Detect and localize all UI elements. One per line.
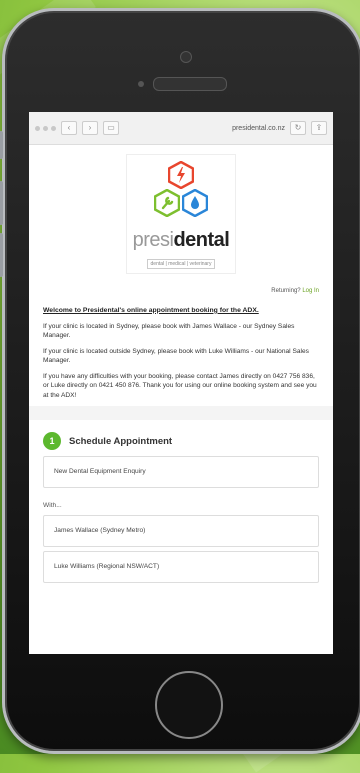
- logo-area: presidental dental | medical | veterinar…: [29, 155, 333, 273]
- lightning-icon: [168, 161, 194, 189]
- intro-content: Returning? Log In Welcome to Presidental…: [29, 273, 333, 400]
- staff-option-james[interactable]: James Wallace (Sydney Metro): [43, 515, 319, 548]
- wrench-icon: [154, 189, 180, 217]
- step-badge: 1: [43, 432, 61, 451]
- welcome-heading: Welcome to Presidental's online appointm…: [43, 306, 259, 314]
- schedule-header: 1 Schedule Appointment: [43, 432, 319, 451]
- presidental-logo: presidental dental | medical | veterinar…: [127, 155, 235, 273]
- share-icon[interactable]: ⇪: [311, 121, 327, 135]
- staff-option-luke[interactable]: Luke Williams (Regional NSW/ACT): [43, 551, 319, 584]
- schedule-section: 1 Schedule Appointment New Dental Equipm…: [29, 420, 333, 584]
- address-bar[interactable]: presidental.co.nz: [124, 125, 285, 132]
- phone-screen: ‹ › ▭ presidental.co.nz ↻ ⇪ presidental …: [29, 112, 333, 654]
- login-link[interactable]: Log In: [302, 288, 319, 294]
- browser-toolbar: ‹ › ▭ presidental.co.nz ↻ ⇪: [29, 112, 333, 145]
- mute-switch: [0, 131, 3, 159]
- forward-button[interactable]: ›: [82, 121, 98, 135]
- volume-down-button: [0, 233, 3, 277]
- sidebar-icon[interactable]: ▭: [103, 121, 119, 135]
- speaker-icon: [153, 77, 227, 91]
- volume-up-button: [0, 181, 3, 225]
- section-divider: [29, 406, 333, 421]
- sensor-dot: [138, 81, 144, 87]
- window-controls: [35, 125, 56, 131]
- intro-paragraph: If your clinic is located outside Sydney…: [43, 347, 309, 365]
- with-label: With...: [43, 502, 62, 510]
- reload-icon[interactable]: ↻: [290, 121, 306, 135]
- appointment-type-option[interactable]: New Dental Equipment Enquiry: [43, 456, 319, 489]
- brand-name: presidental: [132, 229, 230, 251]
- intro-paragraph: If your clinic is located in Sydney, ple…: [43, 322, 295, 340]
- drop-icon: [182, 189, 208, 217]
- home-button-icon[interactable]: [155, 671, 223, 739]
- brand-tagline: dental | medical | veterinary: [146, 259, 216, 269]
- returning-text: Returning? Log In: [271, 288, 319, 294]
- back-button[interactable]: ‹: [61, 121, 77, 135]
- schedule-title: Schedule Appointment: [69, 435, 173, 447]
- camera-icon: [180, 51, 192, 63]
- intro-paragraph: If you have any difficulties with your b…: [43, 372, 317, 399]
